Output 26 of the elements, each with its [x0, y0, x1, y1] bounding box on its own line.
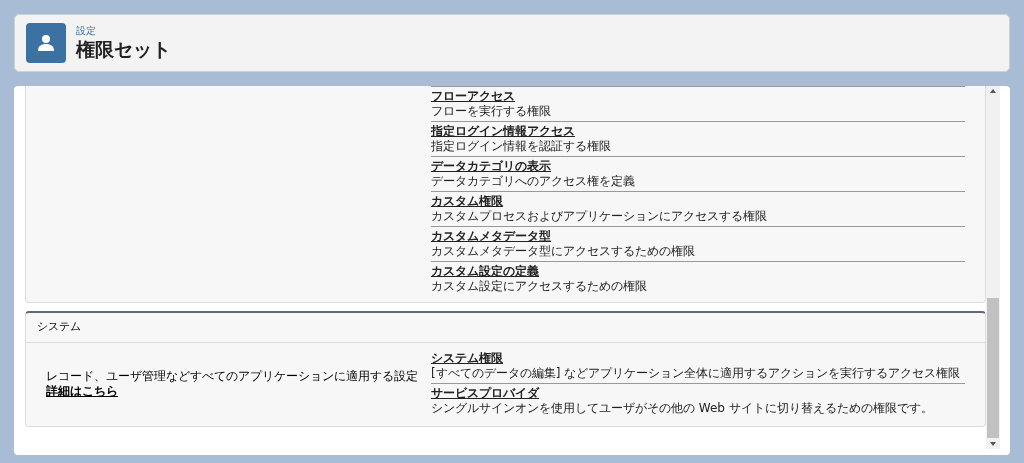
- user-icon: [26, 23, 66, 63]
- breadcrumb: 設定: [76, 25, 97, 37]
- permission-description: データカテゴリへのアクセス権を定義: [431, 174, 635, 189]
- scrollbar-thumb[interactable]: [987, 298, 999, 438]
- page-title: 権限セット: [76, 37, 171, 61]
- permission-description: 指定ログイン情報を認証する権限: [431, 139, 611, 154]
- permission-description: [すべてのデータの編集] などアプリケーション全体に適用するアクションを実行するアクセス権限: [431, 366, 961, 381]
- permission-description: カスタムメタデータ型にアクセスするための権限: [431, 244, 695, 259]
- permission-description: カスタム設定にアクセスするための権限: [431, 279, 647, 294]
- permission-link[interactable]: カスタムメタデータ型: [431, 229, 551, 244]
- permission-link[interactable]: サービスプロバイダ: [431, 386, 539, 401]
- section-heading: システム: [37, 319, 81, 336]
- permission-link[interactable]: 指定ログイン情報アクセス: [431, 124, 575, 139]
- permission-link[interactable]: フローアクセス: [431, 89, 515, 104]
- details-link[interactable]: 詳細はこちら: [46, 383, 118, 399]
- scrollbar[interactable]: [986, 86, 1000, 449]
- scroll-up-icon[interactable]: [990, 89, 996, 93]
- permission-description: カスタムプロセスおよびアプリケーションにアクセスする権限: [431, 209, 767, 224]
- permission-link[interactable]: カスタム設定の定義: [431, 264, 539, 279]
- permission-link[interactable]: システム権限: [431, 351, 503, 366]
- permission-link[interactable]: データカテゴリの表示: [431, 159, 551, 174]
- permission-link[interactable]: カスタム権限: [431, 194, 503, 209]
- permission-description: フローを実行する権限: [431, 104, 551, 119]
- scroll-down-icon[interactable]: [990, 442, 996, 446]
- permission-description: シングルサインオンを使用してユーザがその他の Web サイトに切り替えるための権限です。: [431, 401, 933, 416]
- section-summary: レコード、ユーザ管理などすべてのアプリケーションに適用する設定: [46, 368, 418, 384]
